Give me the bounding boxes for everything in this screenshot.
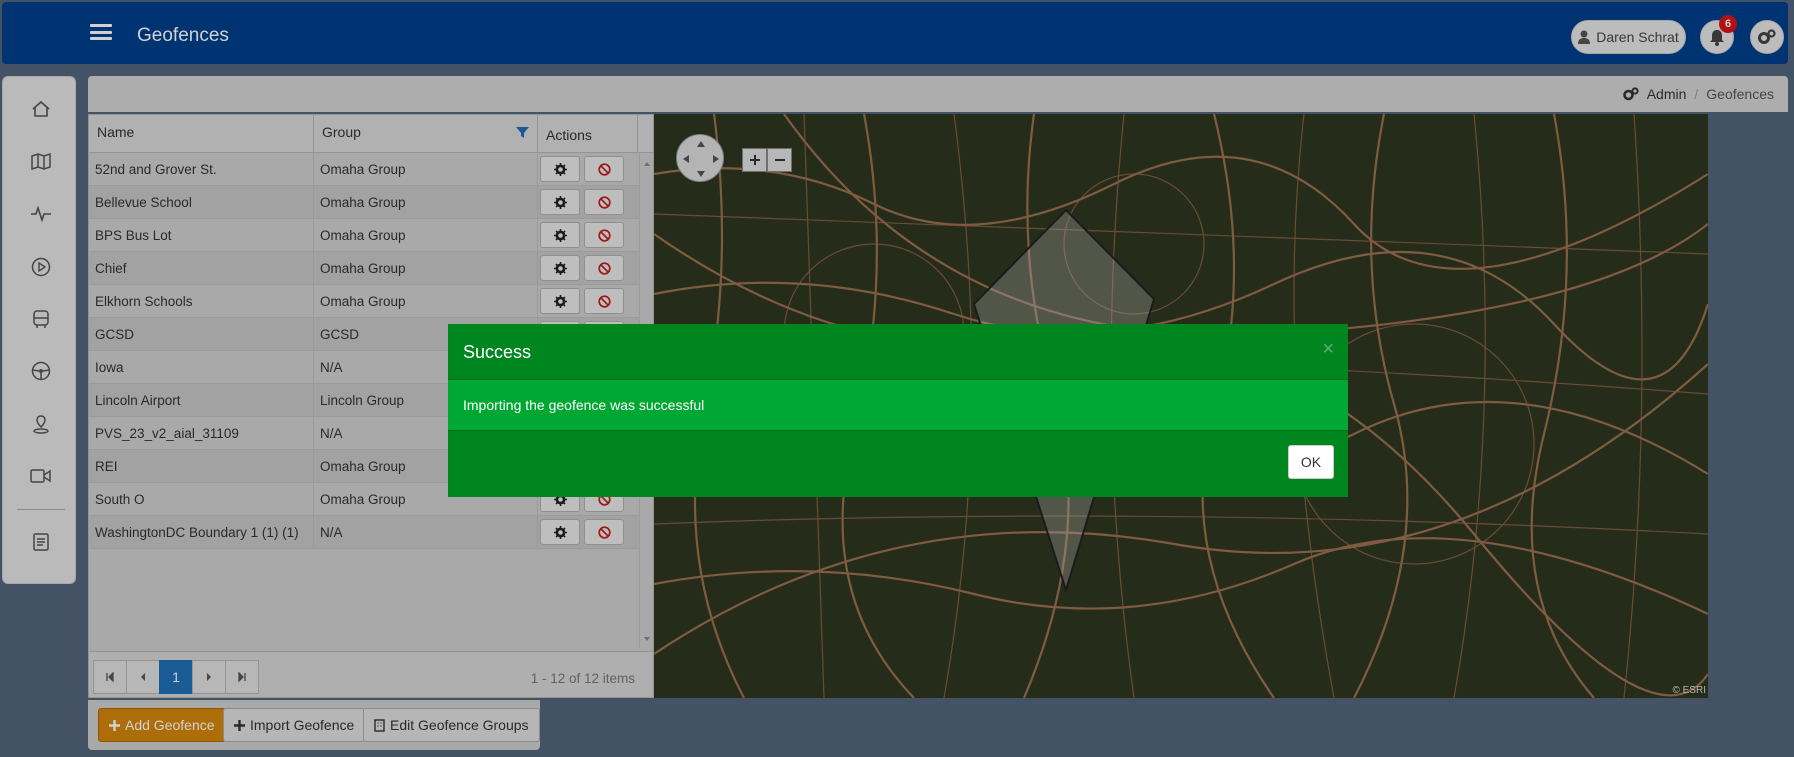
dialog-title: Success [463,342,532,362]
ok-button[interactable]: OK [1288,445,1334,479]
dialog-footer: OK [448,431,1348,497]
dialog-header: Success × [448,324,1348,380]
dialog-message: Importing the geofence was successful [448,380,1348,431]
success-dialog: Success × Importing the geofence was suc… [448,324,1348,497]
close-icon[interactable]: × [1322,338,1334,361]
